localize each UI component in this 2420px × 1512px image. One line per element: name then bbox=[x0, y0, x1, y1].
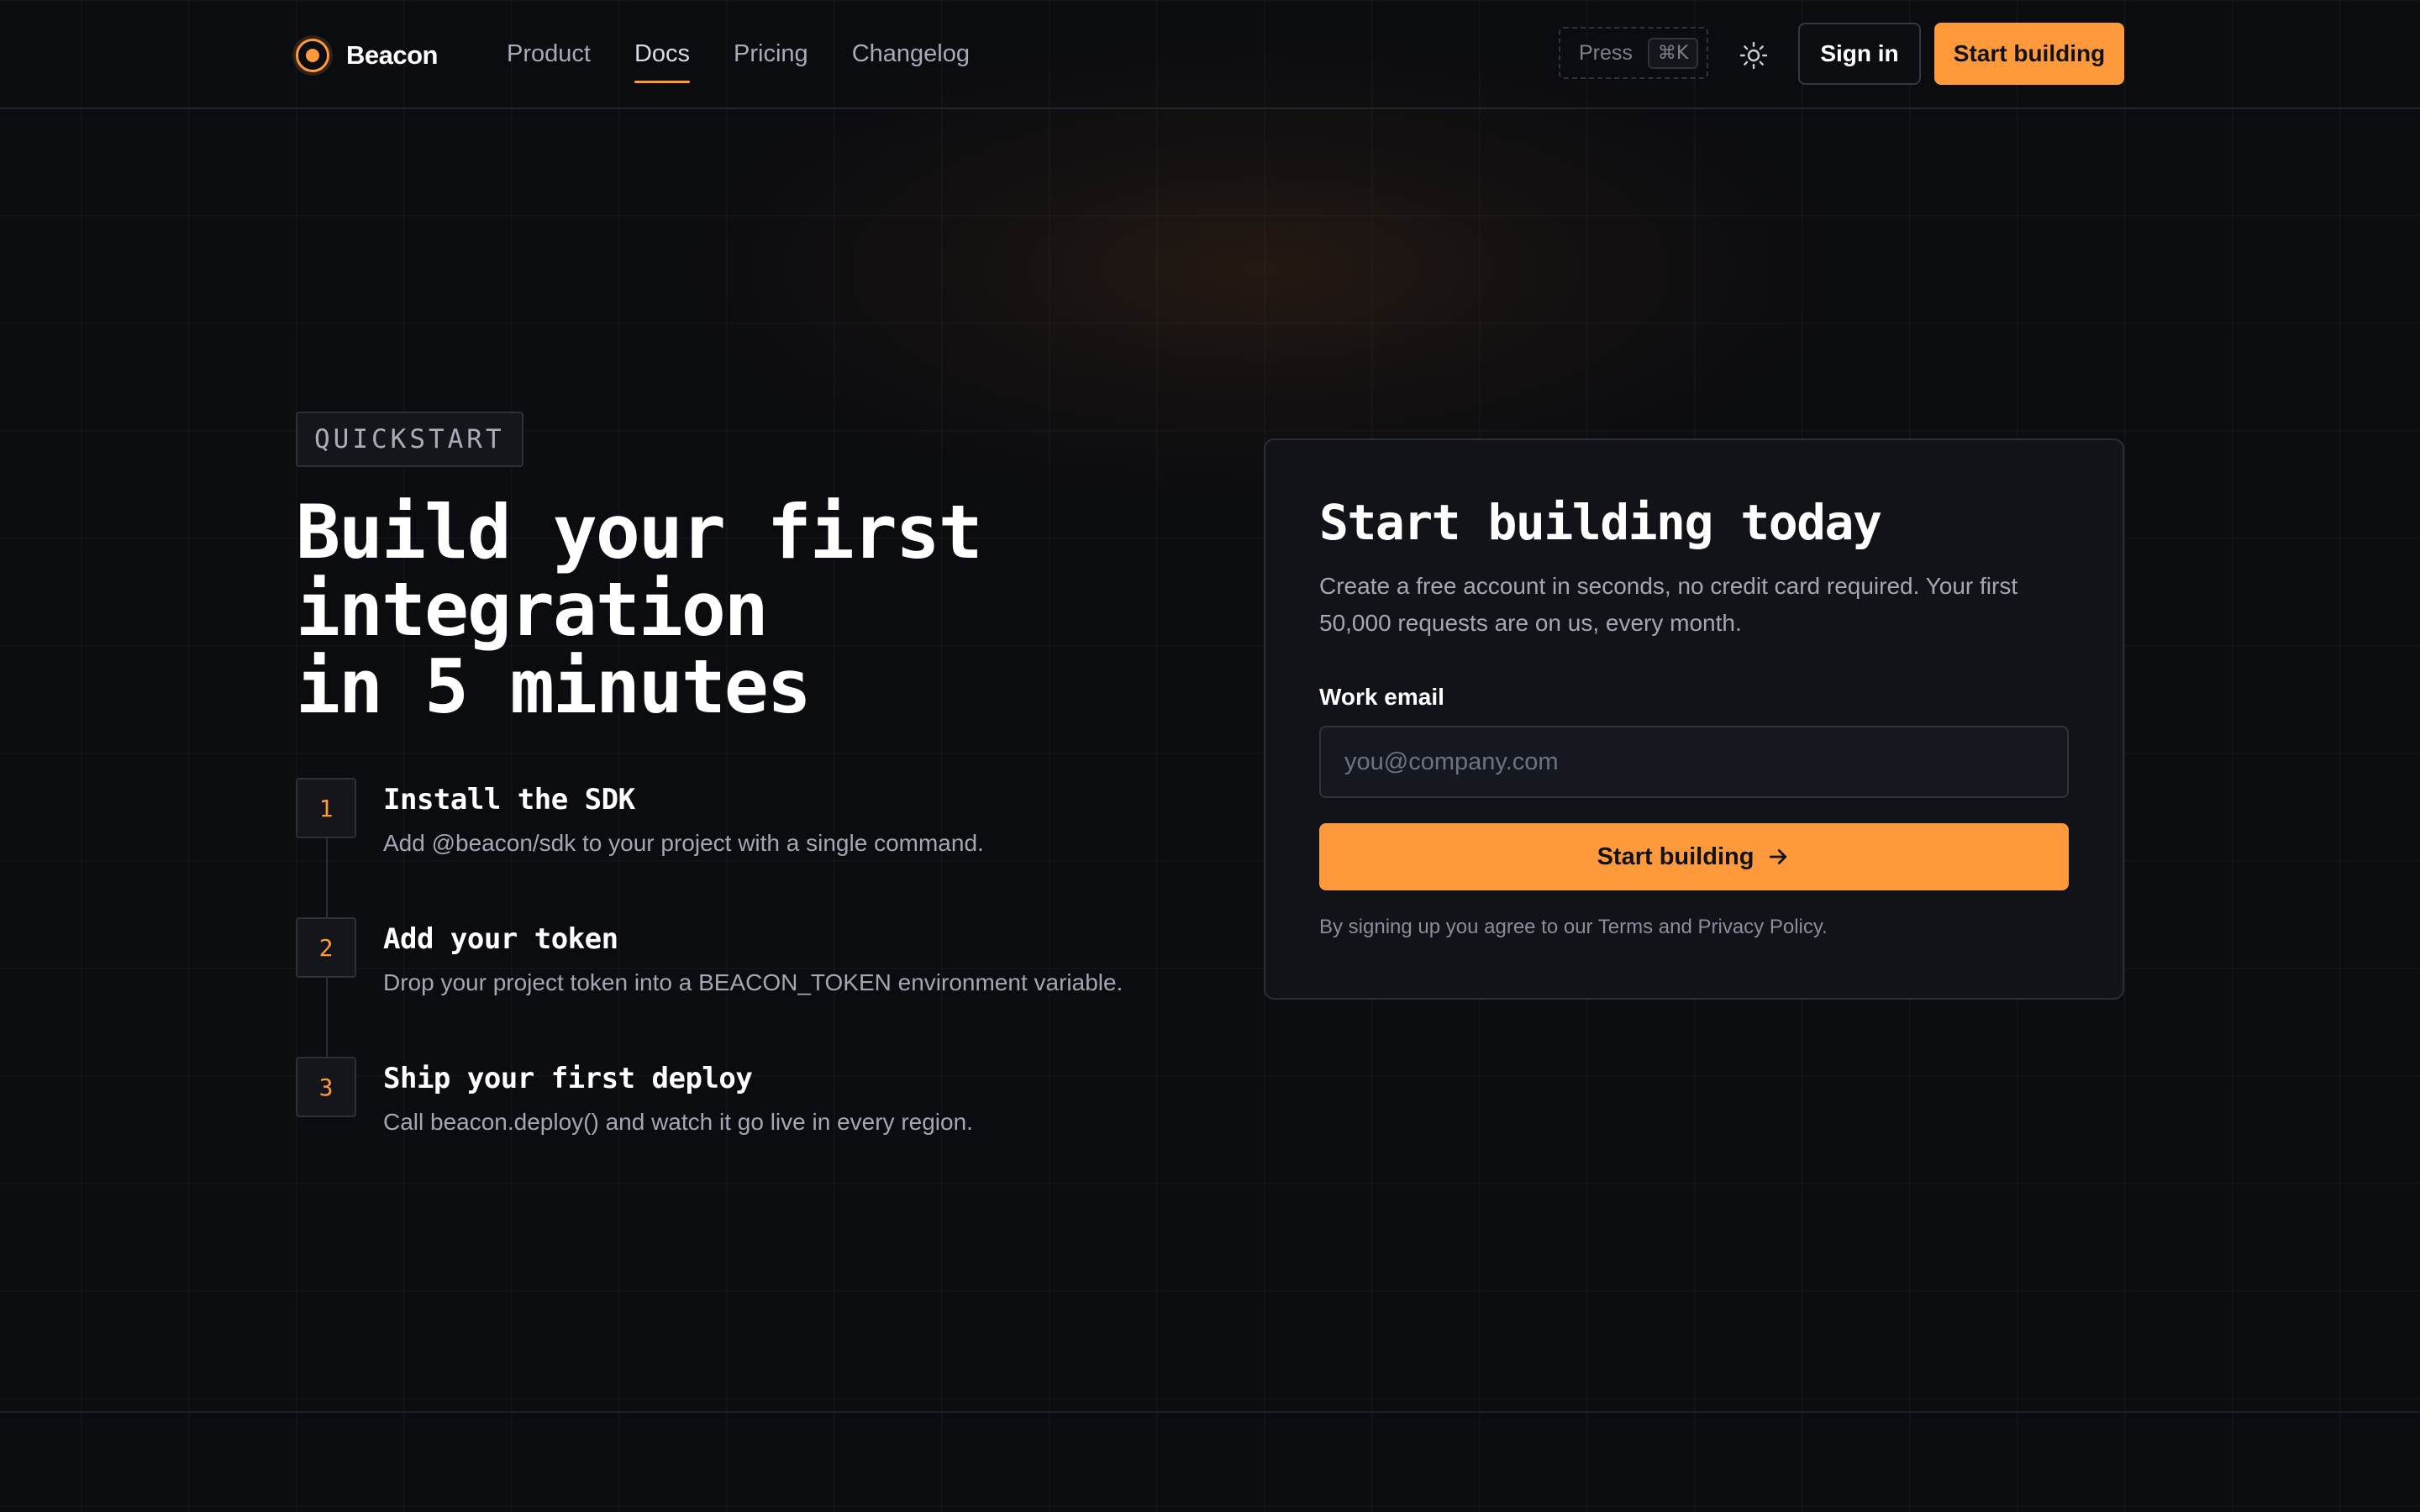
step-description: Drop your project token into a BEACON_TO… bbox=[383, 969, 1123, 995]
command-search-button[interactable]: Press ⌘K bbox=[1559, 27, 1708, 79]
hero-title-line-2: integration bbox=[296, 566, 769, 653]
step-number: 2 bbox=[296, 917, 356, 978]
step-description: Call beacon.deploy() and watch it go liv… bbox=[383, 1109, 973, 1135]
keyboard-shortcut: ⌘K bbox=[1647, 37, 1699, 69]
signup-title: Start building today bbox=[1319, 494, 1882, 551]
terms-notice: By signing up you agree to our Terms and… bbox=[1319, 916, 1828, 938]
signup-card: Start building today Create a free accou… bbox=[1264, 438, 2124, 1000]
arrow-right-icon bbox=[1770, 849, 1787, 864]
step-description: Add @beacon/sdk to your project with a s… bbox=[383, 830, 984, 856]
beacon-logo-icon bbox=[296, 39, 329, 72]
main-nav: Product Docs Pricing Changelog bbox=[507, 40, 970, 83]
start-building-submit-button[interactable]: Start building bbox=[1319, 823, 2069, 890]
step-number: 3 bbox=[296, 1057, 356, 1117]
step-connector bbox=[326, 978, 328, 1057]
theme-toggle[interactable] bbox=[1735, 37, 1772, 74]
sign-in-button[interactable]: Sign in bbox=[1798, 23, 1921, 85]
submit-label: Start building bbox=[1597, 843, 1754, 870]
top-navbar: Beacon Product Docs Pricing Changelog Pr… bbox=[0, 0, 2420, 109]
search-hint: Press bbox=[1579, 40, 1633, 65]
step-title: Ship your first deploy bbox=[383, 1062, 753, 1095]
logo-name: Beacon bbox=[346, 40, 438, 70]
start-building-nav-button[interactable]: Start building bbox=[1934, 23, 2124, 85]
quickstart-badge: QUICKSTART bbox=[296, 412, 523, 467]
nav-item-docs[interactable]: Docs bbox=[634, 40, 691, 83]
nav-item-changelog[interactable]: Changelog bbox=[852, 40, 970, 83]
hero-title: Build your first integration in 5 minute… bbox=[296, 494, 1136, 726]
section-divider bbox=[0, 1411, 2420, 1413]
nav-item-pricing[interactable]: Pricing bbox=[734, 40, 808, 83]
logo[interactable]: Beacon bbox=[296, 39, 438, 72]
step-number: 1 bbox=[296, 778, 356, 838]
signup-description: Create a free account in seconds, no cre… bbox=[1319, 573, 2018, 636]
step-connector bbox=[326, 838, 328, 917]
hero-title-line-1: Build your first bbox=[296, 489, 983, 575]
email-label: Work email bbox=[1319, 684, 1444, 710]
hero-title-line-3: in 5 minutes bbox=[296, 643, 812, 730]
step-title: Add your token bbox=[383, 922, 618, 956]
sun-icon bbox=[1739, 41, 1768, 70]
email-field[interactable] bbox=[1319, 726, 2069, 798]
step-title: Install the SDK bbox=[383, 783, 635, 816]
nav-item-product[interactable]: Product bbox=[507, 40, 591, 83]
